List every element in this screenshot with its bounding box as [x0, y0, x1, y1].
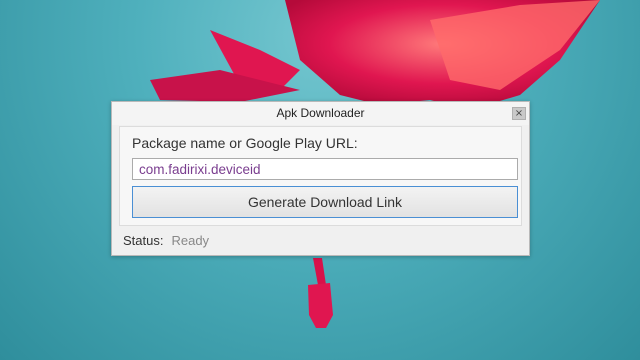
form-panel: Package name or Google Play URL: Generat…: [119, 126, 522, 226]
generate-download-link-button[interactable]: Generate Download Link: [132, 186, 518, 218]
status-bar: Status: Ready: [123, 233, 209, 248]
window-title: Apk Downloader: [276, 106, 365, 120]
status-value: Ready: [171, 233, 210, 248]
close-icon: ×: [514, 108, 524, 119]
status-label: Status:: [123, 233, 164, 248]
apk-downloader-window: Apk Downloader × Package name or Google …: [111, 101, 530, 256]
title-bar[interactable]: Apk Downloader ×: [112, 102, 529, 125]
package-input[interactable]: [132, 158, 518, 180]
package-prompt-label: Package name or Google Play URL:: [132, 135, 358, 151]
close-button[interactable]: ×: [512, 107, 526, 120]
